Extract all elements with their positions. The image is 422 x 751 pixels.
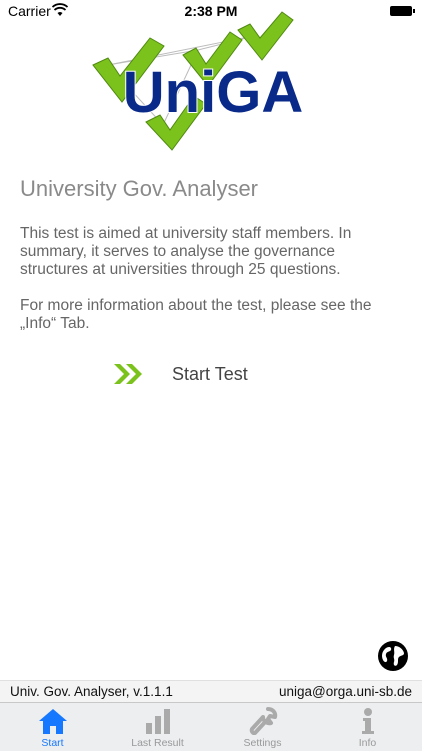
bar-chart-icon — [146, 709, 170, 734]
page-title: University Gov. Analyser — [20, 176, 259, 201]
double-chevron-icon — [114, 364, 142, 384]
start-test-label: Start Test — [172, 364, 248, 384]
tab-info[interactable]: Info — [315, 703, 420, 751]
logo-text: UniGA — [123, 60, 303, 125]
start-test-button[interactable]: Start Test — [112, 358, 312, 392]
tab-bar: Start Last Result Settings Info — [0, 702, 422, 751]
version-label: Univ. Gov. Analyser, v.1.1.1 — [10, 684, 173, 699]
tab-settings-label: Settings — [243, 737, 282, 749]
home-icon — [39, 709, 67, 734]
email-link[interactable]: uniga@orga.uni-sb.de — [279, 684, 412, 699]
info-icon — [362, 708, 374, 734]
footer-bar: Univ. Gov. Analyser, v.1.1.1 uniga@orga.… — [0, 680, 422, 703]
tab-start[interactable]: Start — [0, 703, 105, 751]
tab-last-result-label: Last Result — [131, 737, 184, 749]
more-info-text: For more information about the test, ple… — [20, 297, 372, 332]
tab-settings[interactable]: Settings — [210, 703, 315, 751]
wrench-icon — [249, 707, 278, 735]
uniga-logo: UniGA — [92, 11, 304, 151]
description-text: This test is aimed at university staff m… — [20, 225, 352, 278]
globe-icon[interactable] — [377, 640, 409, 672]
tab-start-label: Start — [41, 737, 64, 749]
battery-icon — [390, 6, 415, 16]
tab-last-result[interactable]: Last Result — [105, 703, 210, 751]
tab-info-label: Info — [358, 737, 377, 749]
